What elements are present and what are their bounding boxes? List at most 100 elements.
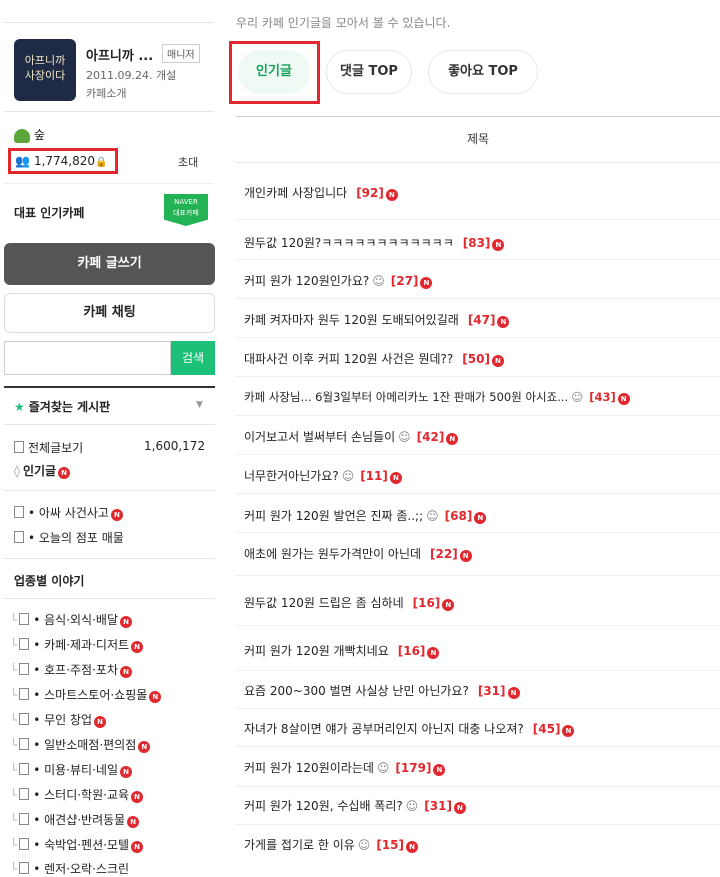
post-title-link[interactable]: 카페 켜자마자 원두 120원 도배되어있길래 [47] N <box>244 311 510 328</box>
post-title-link[interactable]: 요즘 200~300 벌면 사실상 난민 아닌가요? [31] N <box>244 682 520 699</box>
comment-count: [15] <box>376 838 404 852</box>
new-badge: N <box>131 791 144 803</box>
new-badge: N <box>442 599 455 611</box>
star-icon: ★ <box>14 400 25 414</box>
cafe-date: 2011.09.24. 개설 <box>86 69 177 82</box>
board-link[interactable]: • 아싸 사건사고 N <box>14 504 123 521</box>
new-badge: N <box>446 433 459 445</box>
write-post-button[interactable]: 카페 글쓰기 <box>4 243 215 285</box>
cafe-name[interactable]: 아프니까 ... <box>86 45 153 64</box>
category-item[interactable]: └ • 미용·뷰티·네일 N <box>10 761 132 778</box>
section-title: 업종별 이야기 <box>14 574 85 588</box>
drop-icon: ◊ <box>14 464 20 478</box>
cafe-search-input[interactable] <box>4 341 171 375</box>
new-badge: N <box>94 716 107 728</box>
post-title-link[interactable]: 원두값 120원 드립은 좀 심하네 [16] N <box>244 594 455 611</box>
all-posts-count: 1,600,172 <box>144 439 206 453</box>
post-title-link[interactable]: 원두값 120원?ㅋㅋㅋㅋㅋㅋㅋㅋㅋㅋㅋㅋ [83] N <box>244 234 505 251</box>
new-badge: N <box>120 616 132 628</box>
post-title-link[interactable]: 카페 사장님... 6월3일부터 아메리카노 1잔 판매가 500원 아시죠..… <box>244 389 630 405</box>
popular-posts-link[interactable]: ◊ 인기글 N <box>14 462 71 479</box>
post-title-link[interactable]: 커피 원가 120원, 수십배 폭리? ☺ [31] N <box>244 797 466 814</box>
category-label: • 미용·뷰티·네일 <box>33 763 118 777</box>
post-title-link[interactable]: 대파사건 이후 커피 120원 사건은 뭔데?? [50] N <box>244 350 504 367</box>
favorites-header[interactable]: ★ 즐겨찾는 게시판 <box>14 398 110 415</box>
category-label: • 호프·주점·포차 <box>33 663 118 677</box>
new-badge: N <box>389 472 402 484</box>
new-badge: N <box>138 741 151 753</box>
representative-cafe: 대표 인기카페 NAVER 대표카페 <box>4 183 214 232</box>
row-divider <box>236 532 720 533</box>
comment-count: [31] <box>477 684 506 698</box>
row-divider <box>236 415 720 416</box>
cafe-chat-button[interactable]: 카페 채팅 <box>4 293 215 333</box>
category-item[interactable]: └ • 스마트스토어·쇼핑몰 N <box>10 686 162 703</box>
post-title-link[interactable]: 애초에 원가는 원두가격만이 아닌데 [22] N <box>244 545 472 562</box>
new-badge: N <box>507 687 520 699</box>
cafe-thumbnail[interactable]: 아프니까 사장이다 <box>14 39 76 101</box>
category-item[interactable]: └ • 호프·주점·포차 N <box>10 661 132 678</box>
new-badge: N <box>406 841 418 853</box>
level-label: 숲 <box>34 128 46 142</box>
post-title: 원두값 120원?ㅋㅋㅋㅋㅋㅋㅋㅋㅋㅋㅋㅋ <box>244 236 454 250</box>
divider <box>4 558 215 559</box>
post-title: 요즘 200~300 벌면 사실상 난민 아닌가요? <box>244 684 469 698</box>
post-title-link[interactable]: 자녀가 8살이면 얘가 공부머리인지 아닌지 대충 나오져? [45] N <box>244 720 575 737</box>
smiley-icon: ☺ <box>398 430 411 444</box>
tab-popular[interactable]: 인기글 <box>238 50 310 94</box>
document-icon <box>19 738 30 750</box>
tab-comment-top[interactable]: 댓글 TOP <box>326 50 412 94</box>
tree-icon <box>14 128 30 143</box>
chevron-down-icon[interactable]: ▼ <box>196 400 203 410</box>
category-item[interactable]: └ • 카페·제과·디저트 N <box>10 636 144 653</box>
post-title-link[interactable]: 커피 원가 120원 발언은 진짜 좀..;; ☺ [68] N <box>244 507 487 524</box>
page-intro: 우리 카페 인기글을 모아서 볼 수 있습니다. <box>236 16 451 30</box>
new-badge: N <box>120 666 132 678</box>
search-button[interactable]: 검색 <box>171 341 215 375</box>
category-item[interactable]: └ • 스터디·학원·교육 N <box>10 786 144 803</box>
new-badge: N <box>110 509 123 521</box>
new-badge: N <box>453 802 466 814</box>
row-divider <box>236 376 720 377</box>
naver-badge-icon: NAVER 대표카페 <box>164 194 208 226</box>
post-title-link[interactable]: 커피 원가 120원 개빡치네요 [16] N <box>244 642 440 659</box>
document-icon <box>19 838 30 850</box>
post-title: 커피 원가 120원이라는데 <box>244 761 374 775</box>
post-title: 자녀가 8살이면 얘가 공부머리인지 아닌지 대충 나오져? <box>244 722 524 736</box>
new-badge: N <box>120 766 132 778</box>
header-divider <box>236 162 720 163</box>
post-title-link[interactable]: 이거보고서 벌써부터 손님들이 ☺ [42] N <box>244 428 459 445</box>
tab-like-top[interactable]: 좋아요 TOP <box>428 50 538 94</box>
comment-count: [50] <box>462 352 490 366</box>
cafe-level: 숲 <box>14 126 45 143</box>
post-title-link[interactable]: 개인카페 사장입니다 [92] N <box>244 184 398 201</box>
all-posts-link[interactable]: 전체글보기 <box>14 439 83 456</box>
category-item[interactable]: └ • 애견샵·반려동물 N <box>10 811 140 828</box>
category-item[interactable]: └ • 음식·외식·배달 N <box>10 611 132 628</box>
comment-count: [42] <box>416 430 445 444</box>
new-badge: N <box>427 647 440 659</box>
member-count-value: 1,774,820 <box>33 154 96 168</box>
post-title: 너무한거아닌가요? <box>244 469 339 483</box>
category-item[interactable]: └ • 숙박업·펜션·모텔 N <box>10 836 144 853</box>
row-divider <box>236 298 720 299</box>
post-title-link[interactable]: 너무한거아닌가요? ☺ [11] N <box>244 467 402 484</box>
post-title-link[interactable]: 가게를 접기로 한 이유 ☺ [15] N <box>244 836 418 853</box>
board-link[interactable]: • 오늘의 점포 매물 <box>14 529 124 546</box>
invite-link[interactable]: 초대 <box>178 154 198 170</box>
row-divider <box>236 625 720 626</box>
category-item[interactable]: └ • 무인 창업 N <box>10 711 107 728</box>
comment-count: [31] <box>424 799 452 813</box>
category-item[interactable]: └ • 렌저·오락·스크린 <box>10 860 129 877</box>
member-count[interactable]: 👥 1,774,820🔒 <box>8 148 118 174</box>
post-title-link[interactable]: 커피 원가 120원이라는데 ☺ [179] N <box>244 759 446 776</box>
cafe-intro-link[interactable]: 카페소개 <box>86 85 126 101</box>
post-title-link[interactable]: 커피 원가 120원인가요? ☺ [27] N <box>244 272 433 289</box>
favorites-label: 즐겨찾는 게시판 <box>28 400 111 414</box>
category-item[interactable]: └ • 일반소매점·편의점 N <box>10 736 151 753</box>
category-label: • 음식·외식·배달 <box>33 613 118 627</box>
smiley-icon: ☺ <box>357 838 371 852</box>
document-icon <box>14 506 24 518</box>
comment-count: [43] <box>589 390 616 404</box>
post-title: 대파사건 이후 커피 120원 사건은 뭔데?? <box>244 352 454 366</box>
